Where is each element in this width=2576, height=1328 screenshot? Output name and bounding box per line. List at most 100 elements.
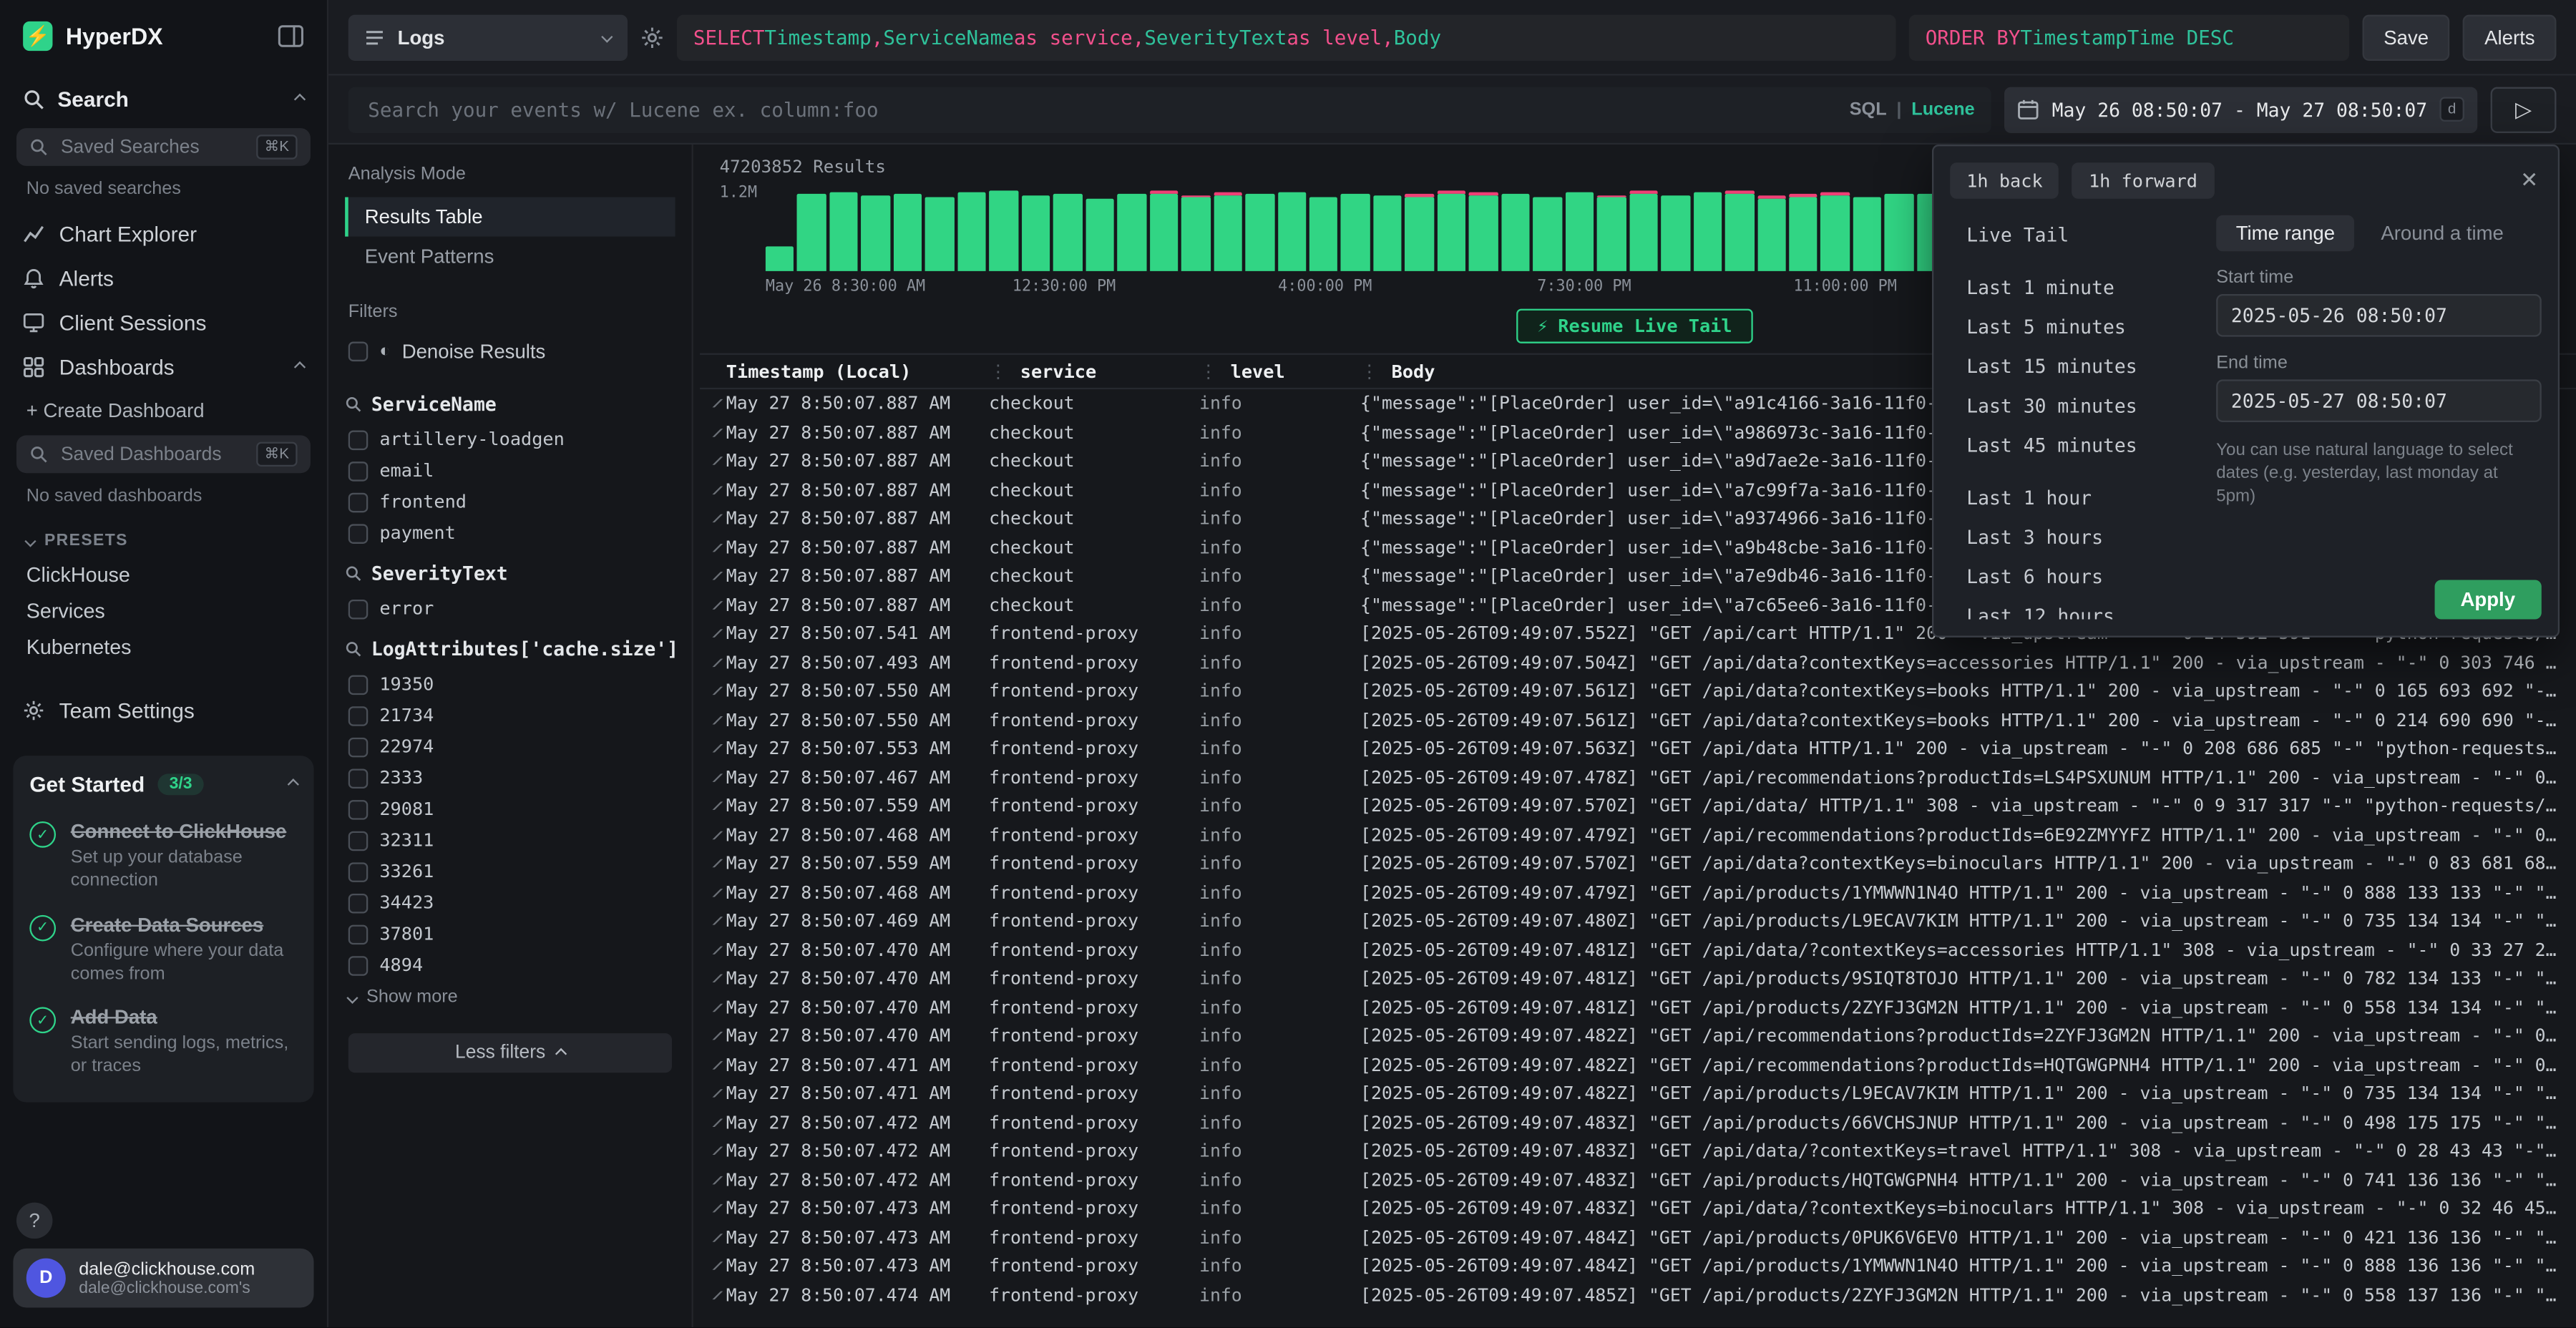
row-expand-icon[interactable] <box>700 831 726 839</box>
select-clause-editor[interactable]: SELECT Timestamp, ServiceName as service… <box>677 14 1896 60</box>
facet-value-row[interactable]: 34423 <box>345 887 675 919</box>
row-expand-icon[interactable] <box>700 1118 726 1126</box>
help-button[interactable]: ? <box>16 1203 53 1239</box>
row-expand-icon[interactable] <box>700 1176 726 1183</box>
time-range-option[interactable]: Live Tail <box>1950 215 2193 255</box>
run-query-button[interactable]: ▷ <box>2491 87 2557 132</box>
table-row[interactable]: May 27 8:50:07.470 AM frontend-proxy inf… <box>700 965 2576 993</box>
facet-checkbox[interactable] <box>348 492 369 512</box>
facet-checkbox[interactable] <box>348 523 369 543</box>
table-row[interactable]: May 27 8:50:07.553 AM frontend-proxy inf… <box>700 734 2576 763</box>
table-row[interactable]: May 27 8:50:07.473 AM frontend-proxy inf… <box>700 1251 2576 1280</box>
row-expand-icon[interactable] <box>700 1204 726 1212</box>
language-toggle-lucene[interactable]: Lucene <box>1911 99 1974 119</box>
analysis-mode-option[interactable]: Event Patterns <box>345 237 675 276</box>
time-range-option[interactable]: Last 30 minutes <box>1950 386 2193 426</box>
start-time-input[interactable] <box>2216 294 2542 337</box>
facet-value-row[interactable]: 19350 <box>345 668 675 700</box>
facet-checkbox[interactable] <box>348 799 369 819</box>
row-expand-icon[interactable] <box>700 975 726 982</box>
facet-checkbox[interactable] <box>348 461 369 481</box>
row-expand-icon[interactable] <box>700 1061 726 1069</box>
alerts-button[interactable]: Alerts <box>2463 14 2556 60</box>
sidebar-item-team-settings[interactable]: Team Settings <box>0 688 327 733</box>
less-filters-button[interactable]: Less filters <box>348 1033 672 1073</box>
table-row[interactable]: May 27 8:50:07.559 AM frontend-proxy inf… <box>700 849 2576 878</box>
tab-around-a-time[interactable]: Around a time <box>2361 215 2524 252</box>
facet-checkbox[interactable] <box>348 737 369 757</box>
time-range-option[interactable]: Last 12 hours <box>1950 596 2193 619</box>
row-expand-icon[interactable] <box>700 1147 726 1155</box>
sidebar-item-client-sessions[interactable]: Client Sessions <box>0 301 327 345</box>
table-row[interactable]: May 27 8:50:07.471 AM frontend-proxy inf… <box>700 1050 2576 1079</box>
saved-dashboards-input[interactable] <box>57 443 246 466</box>
row-expand-icon[interactable] <box>700 658 726 666</box>
facet-value-row[interactable]: 2333 <box>345 762 675 794</box>
sidebar-preset-link[interactable]: Kubernetes <box>0 629 327 665</box>
row-expand-icon[interactable] <box>700 859 726 867</box>
facet-checkbox[interactable] <box>348 429 369 449</box>
facet-value-row[interactable]: 32311 <box>345 825 675 856</box>
nav-search[interactable]: Search <box>0 71 327 125</box>
row-expand-icon[interactable] <box>700 716 726 723</box>
sidebar-item-dashboards[interactable]: Dashboards <box>0 345 327 389</box>
column-header-service[interactable]: ⋮service <box>989 361 1199 382</box>
facet-value-row[interactable]: 22974 <box>345 731 675 763</box>
facet-checkbox[interactable] <box>348 706 369 726</box>
row-expand-icon[interactable] <box>700 687 726 695</box>
row-expand-icon[interactable] <box>700 802 726 810</box>
row-expand-icon[interactable] <box>700 1003 726 1011</box>
sidebar-preset-link[interactable]: Services <box>0 593 327 630</box>
time-range-option[interactable]: Last 1 hour <box>1950 478 2193 517</box>
row-expand-icon[interactable] <box>700 1262 726 1270</box>
row-expand-icon[interactable] <box>700 1032 726 1040</box>
resume-live-tail-button[interactable]: ⚡ Resume Live Tail <box>1516 309 1753 343</box>
presets-toggle[interactable]: PRESETS <box>0 519 327 557</box>
facet-value-row[interactable]: frontend <box>345 487 675 518</box>
saved-searches-search[interactable]: ⌘K <box>16 128 311 166</box>
language-toggle-sql[interactable]: SQL <box>1850 99 1887 119</box>
facet-checkbox[interactable] <box>348 599 369 619</box>
row-expand-icon[interactable] <box>700 773 726 781</box>
facet-checkbox[interactable] <box>348 768 369 788</box>
table-row[interactable]: May 27 8:50:07.470 AM frontend-proxy inf… <box>700 1022 2576 1050</box>
table-row[interactable]: May 27 8:50:07.467 AM frontend-proxy inf… <box>700 763 2576 791</box>
time-range-input[interactable]: May 26 08:50:07 - May 27 08:50:07 d <box>2004 87 2477 132</box>
row-expand-icon[interactable] <box>700 429 726 436</box>
facet-checkbox[interactable] <box>348 955 369 975</box>
shift-back-button[interactable]: 1h back <box>1950 162 2059 199</box>
row-expand-icon[interactable] <box>700 514 726 522</box>
denoise-checkbox[interactable] <box>348 342 369 362</box>
source-settings-gear-icon[interactable] <box>640 26 663 49</box>
user-menu[interactable]: D dale@clickhouse.com dale@clickhouse.co… <box>13 1249 313 1308</box>
time-range-option[interactable]: Last 45 minutes <box>1950 426 2193 465</box>
table-row[interactable]: May 27 8:50:07.550 AM frontend-proxy inf… <box>700 706 2576 734</box>
row-expand-icon[interactable] <box>700 399 726 407</box>
facet-value-row[interactable]: 29081 <box>345 794 675 825</box>
table-row[interactable]: May 27 8:50:07.474 AM frontend-proxy inf… <box>700 1281 2576 1309</box>
facet-checkbox[interactable] <box>348 893 369 913</box>
row-expand-icon[interactable] <box>700 946 726 954</box>
time-range-option[interactable]: Last 6 hours <box>1950 557 2193 596</box>
tab-time-range[interactable]: Time range <box>2216 215 2354 252</box>
denoise-results-toggle[interactable]: ◐ Denoise Results <box>345 335 675 379</box>
chevron-up-icon[interactable] <box>288 778 299 790</box>
row-expand-icon[interactable] <box>700 745 726 753</box>
table-row[interactable]: May 27 8:50:07.471 AM frontend-proxy inf… <box>700 1079 2576 1108</box>
table-row[interactable]: May 27 8:50:07.473 AM frontend-proxy inf… <box>700 1194 2576 1223</box>
table-row[interactable]: May 27 8:50:07.468 AM frontend-proxy inf… <box>700 821 2576 849</box>
table-row[interactable]: May 27 8:50:07.493 AM frontend-proxy inf… <box>700 648 2576 677</box>
get-started-item[interactable]: ✓ Add Data Start sending logs, metrics, … <box>29 996 297 1089</box>
shift-forward-button[interactable]: 1h forward <box>2072 162 2214 199</box>
facet-checkbox[interactable] <box>348 831 369 851</box>
table-row[interactable]: May 27 8:50:07.470 AM frontend-proxy inf… <box>700 936 2576 965</box>
row-expand-icon[interactable] <box>700 543 726 551</box>
show-more-button[interactable]: Show more <box>345 981 675 1014</box>
saved-dashboards-search[interactable]: ⌘K <box>16 435 311 473</box>
table-row[interactable]: May 27 8:50:07.472 AM frontend-proxy inf… <box>700 1166 2576 1194</box>
time-range-option[interactable]: Last 15 minutes <box>1950 346 2193 386</box>
facet-value-row[interactable]: email <box>345 455 675 487</box>
facet-checkbox[interactable] <box>348 674 369 694</box>
row-expand-icon[interactable] <box>700 889 726 897</box>
row-expand-icon[interactable] <box>700 630 726 638</box>
